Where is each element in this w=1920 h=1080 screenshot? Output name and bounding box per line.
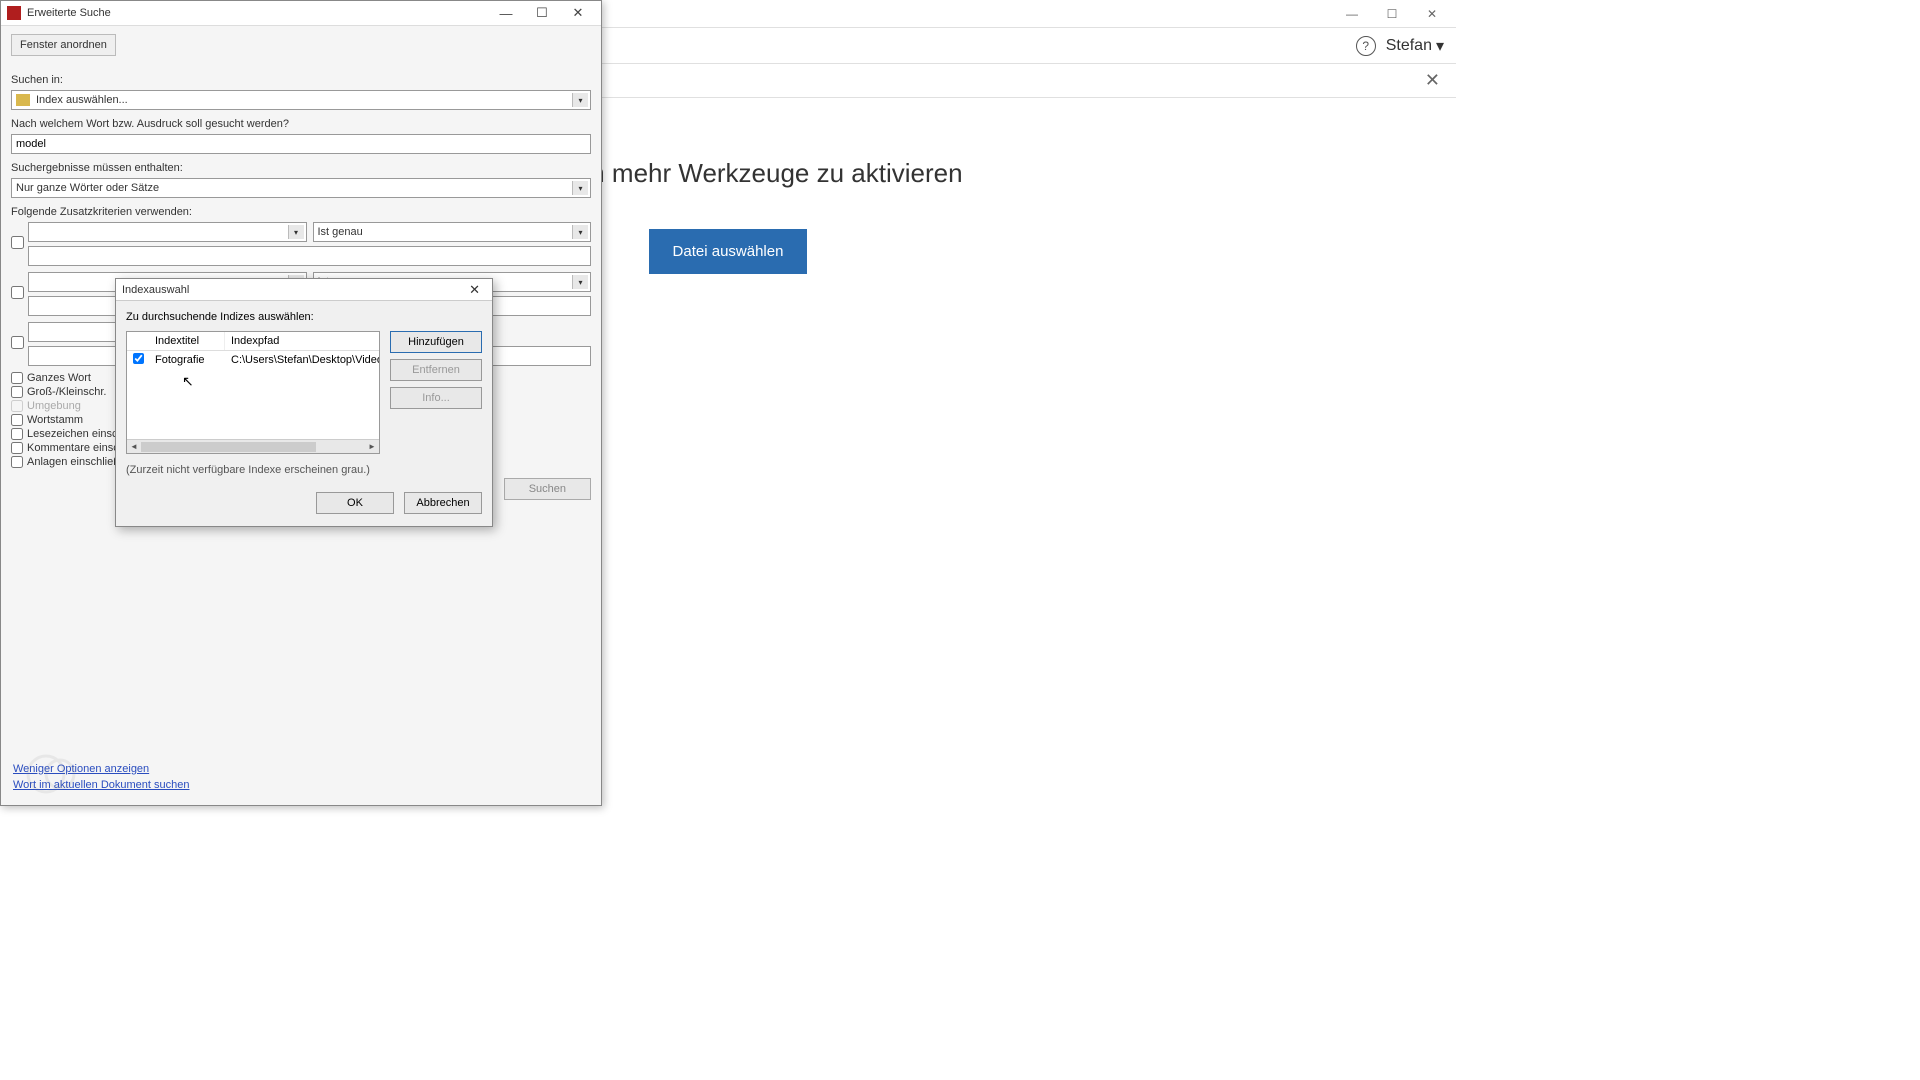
ok-button[interactable]: OK (316, 492, 394, 514)
criteria-enable-checkbox[interactable] (11, 286, 24, 299)
maximize-icon[interactable]: ☐ (1372, 3, 1412, 25)
dropdown-value: Index auswählen... (36, 94, 128, 106)
criteria-enable-checkbox[interactable] (11, 236, 24, 249)
results-contain-label: Suchergebnisse müssen enthalten: (11, 162, 591, 174)
dropdown-value: Ist genau (318, 226, 363, 238)
add-button[interactable]: Hinzufügen (390, 331, 482, 353)
search-in-dropdown[interactable]: Index auswählen... ▾ (11, 90, 591, 110)
acrobat-watermark-icon (21, 749, 81, 799)
criteria-row: ▾ Ist genau ▾ (11, 222, 591, 266)
select-file-button[interactable]: Datei auswählen (649, 229, 808, 274)
column-header-title[interactable]: Indextitel (149, 332, 225, 350)
modal-note: (Zurzeit nicht verfügbare Indexe erschei… (126, 464, 482, 476)
chevron-down-icon: ▾ (572, 275, 588, 289)
search-footer: Weniger Optionen anzeigen Wort im aktuel… (13, 759, 190, 795)
index-row[interactable]: Fotografie C:\Users\Stefan\Desktop\Video… (127, 351, 379, 369)
modal-title: Indexauswahl (122, 284, 463, 296)
window-title: Erweiterte Suche (27, 7, 489, 19)
criteria-enable-checkbox[interactable] (11, 336, 24, 349)
close-icon[interactable]: ✕ (1412, 3, 1452, 25)
chevron-down-icon: ▾ (572, 93, 588, 107)
index-list-header: Indextitel Indexpfad (127, 332, 379, 351)
maximize-icon[interactable]: ☐ (525, 2, 559, 24)
search-word-input[interactable] (11, 134, 591, 154)
criteria-operator-dropdown[interactable]: Ist genau ▾ (313, 222, 592, 242)
window-controls: — ☐ ✕ (489, 2, 595, 24)
close-panel-icon[interactable]: ✕ (1425, 70, 1440, 91)
scroll-left-icon[interactable]: ◄ (127, 440, 141, 453)
horizontal-scrollbar[interactable]: ◄ ► (127, 439, 379, 453)
index-selection-dialog: Indexauswahl ✕ Zu durchsuchende Indizes … (115, 278, 493, 527)
criteria-field-dropdown[interactable]: ▾ (28, 222, 307, 242)
user-label: Stefan (1386, 37, 1432, 55)
remove-button: Entfernen (390, 359, 482, 381)
search-word-label: Nach welchem Wort bzw. Ausdruck soll ges… (11, 118, 591, 130)
search-button[interactable]: Suchen (504, 478, 591, 500)
search-titlebar[interactable]: Erweiterte Suche — ☐ ✕ (1, 1, 601, 26)
app-icon (7, 6, 21, 20)
index-row-title: Fotografie (149, 352, 225, 368)
criteria-value-input[interactable] (28, 246, 591, 266)
chevron-down-icon: ▾ (288, 225, 304, 239)
chevron-down-icon: ▾ (572, 181, 588, 195)
modal-footer: OK Abbrechen (116, 486, 492, 524)
results-contain-dropdown[interactable]: Nur ganze Wörter oder Sätze ▾ (11, 178, 591, 198)
help-icon[interactable]: ? (1356, 36, 1376, 56)
modal-body: Zu durchsuchende Indizes auswählen: Inde… (116, 301, 492, 486)
user-menu[interactable]: Stefan ▾ (1386, 36, 1444, 56)
minimize-icon[interactable]: — (1332, 3, 1372, 25)
dropdown-value: Nur ganze Wörter oder Sätze (16, 182, 159, 194)
scroll-thumb[interactable] (141, 442, 316, 452)
index-row-checkbox[interactable] (133, 353, 144, 364)
close-icon[interactable]: ✕ (561, 2, 595, 24)
criteria-label: Folgende Zusatzkriterien verwenden: (11, 206, 591, 218)
cancel-button[interactable]: Abbrechen (404, 492, 482, 514)
chevron-down-icon: ▾ (572, 225, 588, 239)
chevron-down-icon: ▾ (1436, 36, 1444, 56)
index-row-path: C:\Users\Stefan\Desktop\Videoschnit (225, 352, 379, 368)
modal-instruction: Zu durchsuchende Indizes auswählen: (126, 311, 482, 323)
index-listbox[interactable]: Indextitel Indexpfad Fotografie C:\Users… (126, 331, 380, 454)
scroll-right-icon[interactable]: ► (365, 440, 379, 453)
minimize-icon[interactable]: — (489, 2, 523, 24)
info-button: Info... (390, 387, 482, 409)
search-in-label: Suchen in: (11, 74, 591, 86)
close-icon[interactable]: ✕ (463, 282, 486, 298)
modal-titlebar[interactable]: Indexauswahl ✕ (116, 279, 492, 301)
arrange-windows-button[interactable]: Fenster anordnen (11, 34, 116, 56)
folder-icon (16, 94, 30, 106)
column-header-path[interactable]: Indexpfad (225, 332, 379, 350)
